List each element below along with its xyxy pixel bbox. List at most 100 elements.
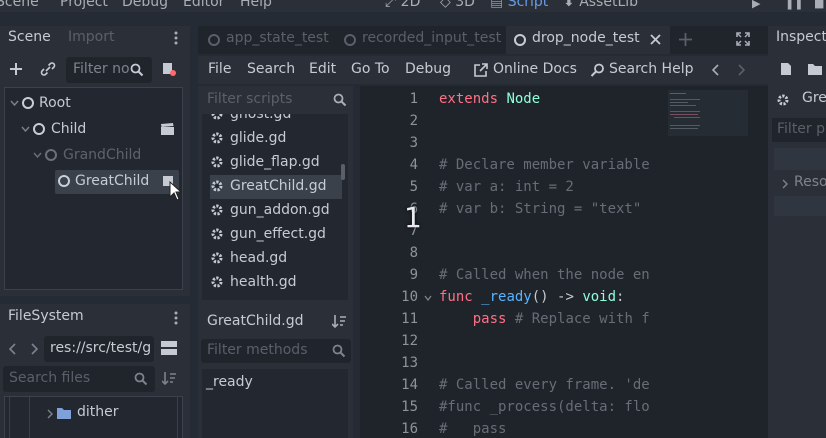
code-line[interactable]: # var a: int = 2: [439, 179, 574, 195]
tree-item-grandchild[interactable]: GrandChild: [5, 144, 187, 168]
menu-help[interactable]: Help: [240, 0, 272, 10]
code-line[interactable]: extends Node: [439, 91, 540, 107]
menu-debug[interactable]: Debug: [122, 0, 168, 10]
tree-item-root[interactable]: Root: [5, 92, 187, 116]
close-icon[interactable]: [650, 34, 661, 45]
script-list-item[interactable]: gun_effect.gd: [210, 223, 342, 247]
search-icon: [130, 63, 144, 77]
history-back-icon[interactable]: [712, 64, 720, 76]
dock-menu-icon[interactable]: [174, 30, 178, 46]
workspace-3d-label: 3D: [455, 0, 475, 10]
menu-debug[interactable]: Debug: [405, 61, 451, 77]
gear-icon: [210, 114, 224, 121]
dock-menu-icon[interactable]: [174, 310, 178, 326]
sort-icon[interactable]: [162, 371, 176, 385]
inspector-property-row[interactable]: [774, 196, 826, 216]
method-item[interactable]: _ready: [206, 374, 253, 390]
tab-inspector[interactable]: Inspect: [776, 29, 826, 45]
path-value: res://src/test/g: [50, 340, 152, 356]
link-icon[interactable]: [40, 62, 56, 76]
workspace-3d[interactable]: ◇ 3D: [440, 0, 475, 10]
script-list-item[interactable]: ghost.gd: [210, 114, 342, 127]
node-icon: [22, 97, 34, 109]
code-line[interactable]: pass # Replace with f: [439, 311, 650, 327]
menu-file[interactable]: File: [208, 61, 231, 77]
workspace-script[interactable]: ▤ Script: [490, 0, 548, 10]
online-docs-button[interactable]: Online Docs: [474, 61, 577, 81]
code-line[interactable]: # pass: [439, 421, 506, 437]
code-line[interactable]: func _ready() -> void:: [439, 289, 624, 305]
workspace-2d[interactable]: ⤢ 2D: [385, 0, 420, 10]
menu-search[interactable]: Search: [247, 61, 295, 77]
fold-arrow-icon[interactable]: [424, 295, 432, 301]
methods-filter-input[interactable]: Filter methods: [201, 339, 351, 363]
inspector-node-name[interactable]: Gre: [802, 90, 826, 106]
gear-icon: [210, 203, 224, 217]
inspector-property-row[interactable]: [774, 148, 826, 170]
search-help-button[interactable]: Search Help: [590, 61, 694, 81]
tree-item-label: GreatChild: [75, 173, 150, 189]
workspace-script-label: Script: [507, 0, 549, 10]
menu-project[interactable]: Project: [60, 0, 108, 10]
new-resource-icon[interactable]: [780, 62, 792, 76]
tree-item-greatchild[interactable]: GreatChild: [55, 170, 179, 194]
script-attach-icon[interactable]: [162, 62, 176, 76]
script-list-item[interactable]: health.gd: [210, 271, 342, 295]
code-line[interactable]: # Declare member variable: [439, 157, 650, 173]
search-help-label: Search Help: [609, 61, 694, 77]
code-editor[interactable]: 1 extends Node 2 3 4 # Declare member variabl…: [360, 86, 768, 438]
script-tab-drop-node[interactable]: drop_node_test: [506, 26, 670, 54]
search-icon: [332, 344, 346, 358]
inspector-filter-input[interactable]: Filter p: [772, 118, 826, 142]
tab-import[interactable]: Import: [68, 29, 114, 45]
menu-editor[interactable]: Editor: [183, 0, 224, 10]
play-icon[interactable]: ▶: [752, 0, 760, 10]
pause-icon[interactable]: ❚❚: [785, 0, 803, 10]
tab-filesystem[interactable]: FileSystem: [8, 308, 84, 324]
workspace-2d-label: 2D: [400, 0, 421, 10]
code-minimap[interactable]: [668, 90, 748, 136]
node-icon: [58, 175, 70, 187]
script-list-scrollbar[interactable]: [341, 164, 345, 180]
history-forward-icon[interactable]: [737, 64, 745, 76]
tree-item-label: Child: [51, 121, 87, 137]
clapper-icon[interactable]: [160, 122, 175, 136]
code-line[interactable]: # var b: String = "text": [439, 201, 641, 217]
script-tab-recorded-input[interactable]: recorded_input_test: [336, 26, 504, 54]
script-name: health.gd: [230, 274, 297, 290]
script-filter-input[interactable]: Filter scripts: [201, 88, 351, 112]
folder-dither[interactable]: dither: [43, 403, 173, 425]
menu-edit[interactable]: Edit: [309, 61, 336, 77]
tree-item-child[interactable]: Child: [5, 118, 187, 142]
script-list-item[interactable]: glide_flap.gd: [210, 151, 342, 175]
open-folder-icon[interactable]: [808, 63, 824, 75]
workspace-assetlib[interactable]: ⬇ AssetLib: [563, 0, 638, 10]
stop-icon[interactable]: ■: [814, 0, 824, 10]
script-list-item[interactable]: gun_addon.gd: [210, 199, 342, 223]
script-tab-app-state[interactable]: app_state_test: [198, 26, 334, 54]
code-line[interactable]: #func _process(delta: flo: [439, 399, 650, 415]
tab-label: recorded_input_test: [362, 30, 502, 46]
menu-goto[interactable]: Go To: [351, 61, 390, 77]
add-tab-icon[interactable]: [679, 33, 692, 46]
scene-filter-input[interactable]: Filter no: [66, 57, 152, 83]
script-list-item[interactable]: GreatChild.gd: [210, 175, 342, 199]
inspector-section-resource[interactable]: Reso: [774, 172, 826, 194]
code-line[interactable]: # Called when the node en: [439, 267, 650, 283]
forward-icon[interactable]: [30, 343, 38, 355]
layout-toggle-icon[interactable]: [161, 341, 177, 355]
node-icon: [33, 123, 45, 135]
inspector-dock: Inspect Gre Filter p Reso: [768, 26, 826, 438]
back-icon[interactable]: [9, 343, 17, 355]
tab-scene[interactable]: Scene: [8, 29, 51, 45]
menu-scene[interactable]: Scene: [0, 0, 39, 10]
distraction-free-icon[interactable]: [736, 32, 750, 46]
code-line[interactable]: # Called every frame. 'de: [439, 377, 650, 393]
script-list-item[interactable]: head.gd: [210, 247, 342, 271]
path-field[interactable]: res://src/test/g: [44, 336, 154, 362]
file-search-input[interactable]: Search files: [3, 366, 155, 392]
methods-list: _ready: [202, 369, 348, 438]
sort-icon[interactable]: [332, 314, 346, 328]
add-node-icon[interactable]: [9, 62, 23, 76]
script-list-item[interactable]: glide.gd: [210, 127, 342, 151]
